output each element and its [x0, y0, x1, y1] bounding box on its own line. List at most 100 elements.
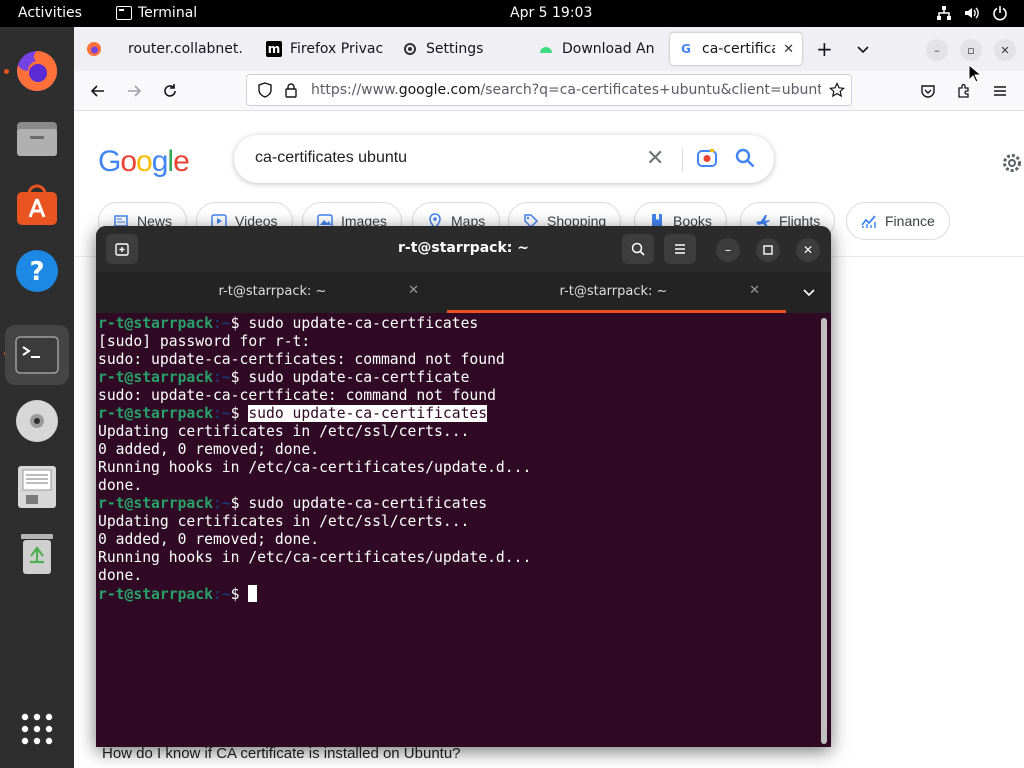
output-line: Updating certificates in /etc/ssl/certs.… [98, 513, 470, 530]
forward-button[interactable] [122, 79, 146, 103]
top-bar: Activities Terminal Apr 5 19:03 [0, 0, 1024, 27]
tab-overflow-button[interactable] [802, 284, 816, 303]
dock-files[interactable] [11, 113, 63, 165]
url-text[interactable]: https://www.google.com/search?q=ca-certi… [311, 82, 821, 98]
tab-label: Download An [562, 41, 655, 57]
google-logo[interactable]: Google [98, 145, 190, 179]
terminal-icon [116, 6, 132, 20]
search-query[interactable]: ca-certificates ubuntu [255, 149, 407, 167]
dock-firefox[interactable] [11, 45, 63, 97]
app-menu-button[interactable] [988, 79, 1012, 103]
lock-icon[interactable] [283, 82, 299, 98]
dock-terminal[interactable] [5, 325, 69, 385]
system-tray[interactable] [936, 5, 1008, 21]
restore-button[interactable]: ▫ [960, 39, 982, 61]
command-text: sudo update-ca-certficates [248, 315, 479, 332]
hamburger-menu-icon [994, 86, 1006, 96]
url-bar[interactable]: https://www.google.com/search?q=ca-certi… [246, 74, 852, 106]
minimize-button[interactable]: – [716, 238, 740, 262]
prompt-user-host: r-t@starrpack [98, 495, 213, 512]
volume-icon[interactable] [964, 5, 980, 21]
dock-app-center[interactable] [11, 179, 63, 231]
search-icon [631, 242, 645, 256]
prompt-sign: $ [230, 495, 249, 512]
tab-download-android[interactable]: Download An [538, 33, 658, 65]
command-text: sudo update-ca-certificates [248, 495, 488, 512]
lens-camera-icon[interactable] [696, 148, 718, 168]
menu-button[interactable] [664, 234, 696, 264]
bookmark-star-icon[interactable] [829, 82, 845, 98]
power-icon[interactable] [992, 5, 1008, 21]
app-menu[interactable]: Terminal [116, 5, 197, 21]
terminal-output[interactable]: r-t@starrpack:~$ sudo update-ca-certfica… [96, 313, 831, 747]
tab-label: ca-certificat [702, 41, 775, 57]
url-rest: /search?q=ca-certificates+ubuntu&client=… [480, 82, 821, 98]
terminal-scrollbar[interactable] [821, 318, 827, 744]
disc-icon [16, 400, 58, 442]
settings-gear-icon[interactable] [1000, 151, 1024, 175]
firefox-view-button[interactable] [86, 33, 108, 65]
tab-router[interactable]: router.collabnet.l [128, 33, 242, 65]
command-line: r-t@starrpack:~$ sudo update-ca-certfica… [98, 315, 831, 333]
reload-icon [164, 84, 176, 97]
tab-google-search[interactable]: G ca-certificat ✕ [670, 33, 802, 65]
new-tab-button[interactable]: + [816, 33, 834, 65]
command-text: sudo update-ca-certficate [248, 369, 470, 386]
dock: ? [0, 27, 74, 768]
finance-chart-icon [861, 215, 876, 228]
close-tab-icon[interactable]: ✕ [749, 283, 760, 298]
dock-disc[interactable] [11, 395, 63, 447]
tab-firefox-privacy[interactable]: m Firefox Privac [266, 33, 384, 65]
minimize-button[interactable]: – [926, 39, 948, 61]
back-arrow-icon [90, 85, 104, 97]
pocket-button[interactable] [916, 79, 940, 103]
firefox-icon [17, 50, 58, 91]
chip-finance[interactable]: Finance [846, 202, 950, 240]
close-button[interactable]: ✕ [796, 238, 820, 262]
terminal-tab-2[interactable]: r-t@starrpack: ~ ✕ [441, 272, 786, 313]
terminal-window: r-t@starrpack: ~ – ✕ r-t@starrpack: ~ ✕ … [96, 226, 831, 747]
puzzle-icon [958, 83, 969, 98]
list-all-tabs-button[interactable] [856, 33, 874, 65]
maximize-icon [763, 245, 773, 255]
navigation-toolbar: https://www.google.com/search?q=ca-certi… [74, 71, 1024, 111]
search-button[interactable] [622, 234, 654, 264]
app-center-icon [17, 184, 57, 225]
dock-trash[interactable] [11, 527, 63, 579]
output-line: 0 added, 0 removed; done. [98, 531, 320, 548]
reload-button[interactable] [158, 79, 182, 103]
output-line: done. [98, 477, 143, 494]
back-button[interactable] [86, 79, 110, 103]
clock[interactable]: Apr 5 19:03 [510, 5, 592, 21]
terminal-tab-label: r-t@starrpack: ~ [559, 284, 668, 299]
network-icon[interactable] [936, 5, 952, 21]
tab-label: Firefox Privac [290, 41, 384, 57]
search-icon[interactable] [734, 147, 756, 169]
url-host: google.com [398, 82, 481, 98]
google-search-box[interactable]: ca-certificates ubuntu ✕ [234, 135, 774, 183]
apps-grid-icon [21, 713, 53, 745]
current-prompt-line: r-t@starrpack:~$ [98, 585, 831, 603]
terminal-tab-1[interactable]: r-t@starrpack: ~ ✕ [100, 272, 445, 313]
close-window-button[interactable]: ✕ [994, 39, 1016, 61]
trash-icon [21, 534, 53, 574]
terminal-tab-label: r-t@starrpack: ~ [218, 284, 327, 299]
close-tab-icon[interactable]: ✕ [783, 42, 794, 57]
prompt-user-host: r-t@starrpack [98, 369, 213, 386]
related-question[interactable]: How do I know if CA certificate is insta… [102, 745, 461, 762]
prompt-path: :~ [212, 586, 231, 603]
clear-search-icon[interactable]: ✕ [646, 145, 664, 171]
close-tab-icon[interactable]: ✕ [408, 283, 419, 298]
prompt-path: :~ [212, 315, 231, 332]
activities-button[interactable]: Activities [18, 5, 82, 21]
tab-settings[interactable]: Settings [402, 33, 512, 65]
app-menu-label: Terminal [138, 5, 198, 21]
shield-icon[interactable] [257, 82, 273, 98]
maximize-button[interactable] [756, 238, 780, 262]
prompt-path: :~ [212, 405, 231, 422]
dock-help[interactable]: ? [11, 245, 63, 297]
google-icon: G [681, 42, 691, 56]
show-applications-button[interactable] [11, 703, 63, 755]
chevron-down-icon [857, 46, 869, 54]
dock-disk-image[interactable] [11, 461, 63, 513]
